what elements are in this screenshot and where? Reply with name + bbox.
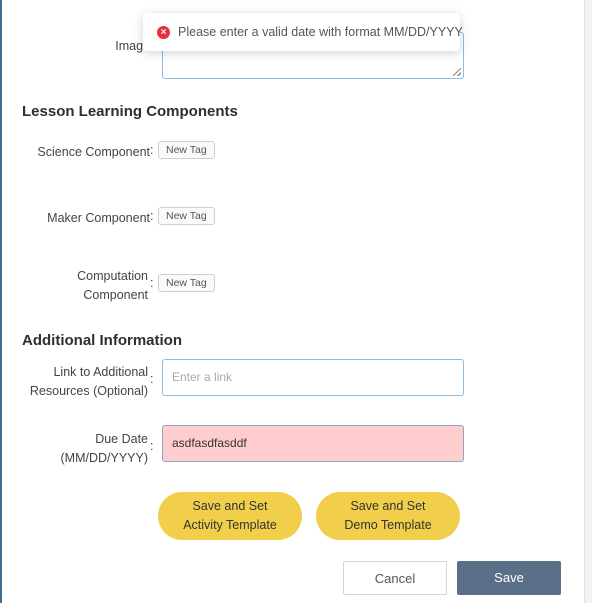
computation-component-label-line1: Computation <box>77 269 148 283</box>
section-title-learning: Lesson Learning Components <box>22 103 238 120</box>
due-date-label-line2: (MM/DD/YYYY) <box>60 451 149 465</box>
due-date-input[interactable]: asdfasdfasddf <box>162 425 464 462</box>
computation-component-label-line2: Component <box>83 288 148 302</box>
link-input[interactable]: Enter a link <box>162 359 464 396</box>
error-icon: × <box>157 25 170 39</box>
save-button[interactable]: Save <box>457 561 561 595</box>
science-component-label: Science Component <box>37 145 150 159</box>
colon: : <box>150 143 154 157</box>
button-label-line2: Demo Template <box>344 518 432 532</box>
colon: : <box>150 276 154 290</box>
button-label-line1: Save and Set <box>192 499 268 513</box>
error-toast: × Please enter a valid date with format … <box>143 13 463 51</box>
save-activity-template-button[interactable]: Save and Set Activity Template <box>158 492 302 540</box>
maker-new-tag-button[interactable]: New Tag <box>158 207 215 225</box>
link-label-line2: Resources (Optional) <box>29 384 148 398</box>
science-new-tag-button[interactable]: New Tag <box>158 141 215 159</box>
due-date-label-line1: Due Date <box>95 432 148 446</box>
cancel-button[interactable]: Cancel <box>343 561 447 595</box>
toast-message: Please enter a valid date with format MM… <box>178 25 463 39</box>
colon: : <box>150 372 154 386</box>
button-label-line1: Save and Set <box>350 499 426 513</box>
modal-left-edge <box>0 0 2 603</box>
lesson-form-modal: Image × Please enter a valid date with f… <box>0 0 592 603</box>
section-title-additional: Additional Information <box>22 332 182 349</box>
save-demo-template-button[interactable]: Save and Set Demo Template <box>316 492 460 540</box>
button-label-line2: Activity Template <box>183 518 277 532</box>
colon: : <box>150 209 154 223</box>
scrollbar[interactable] <box>584 0 592 603</box>
link-label-line1: Link to Additional <box>53 365 148 379</box>
resize-handle-icon[interactable] <box>453 68 461 76</box>
maker-component-label: Maker Component <box>47 211 150 225</box>
computation-new-tag-button[interactable]: New Tag <box>158 274 215 292</box>
colon: : <box>150 439 154 453</box>
